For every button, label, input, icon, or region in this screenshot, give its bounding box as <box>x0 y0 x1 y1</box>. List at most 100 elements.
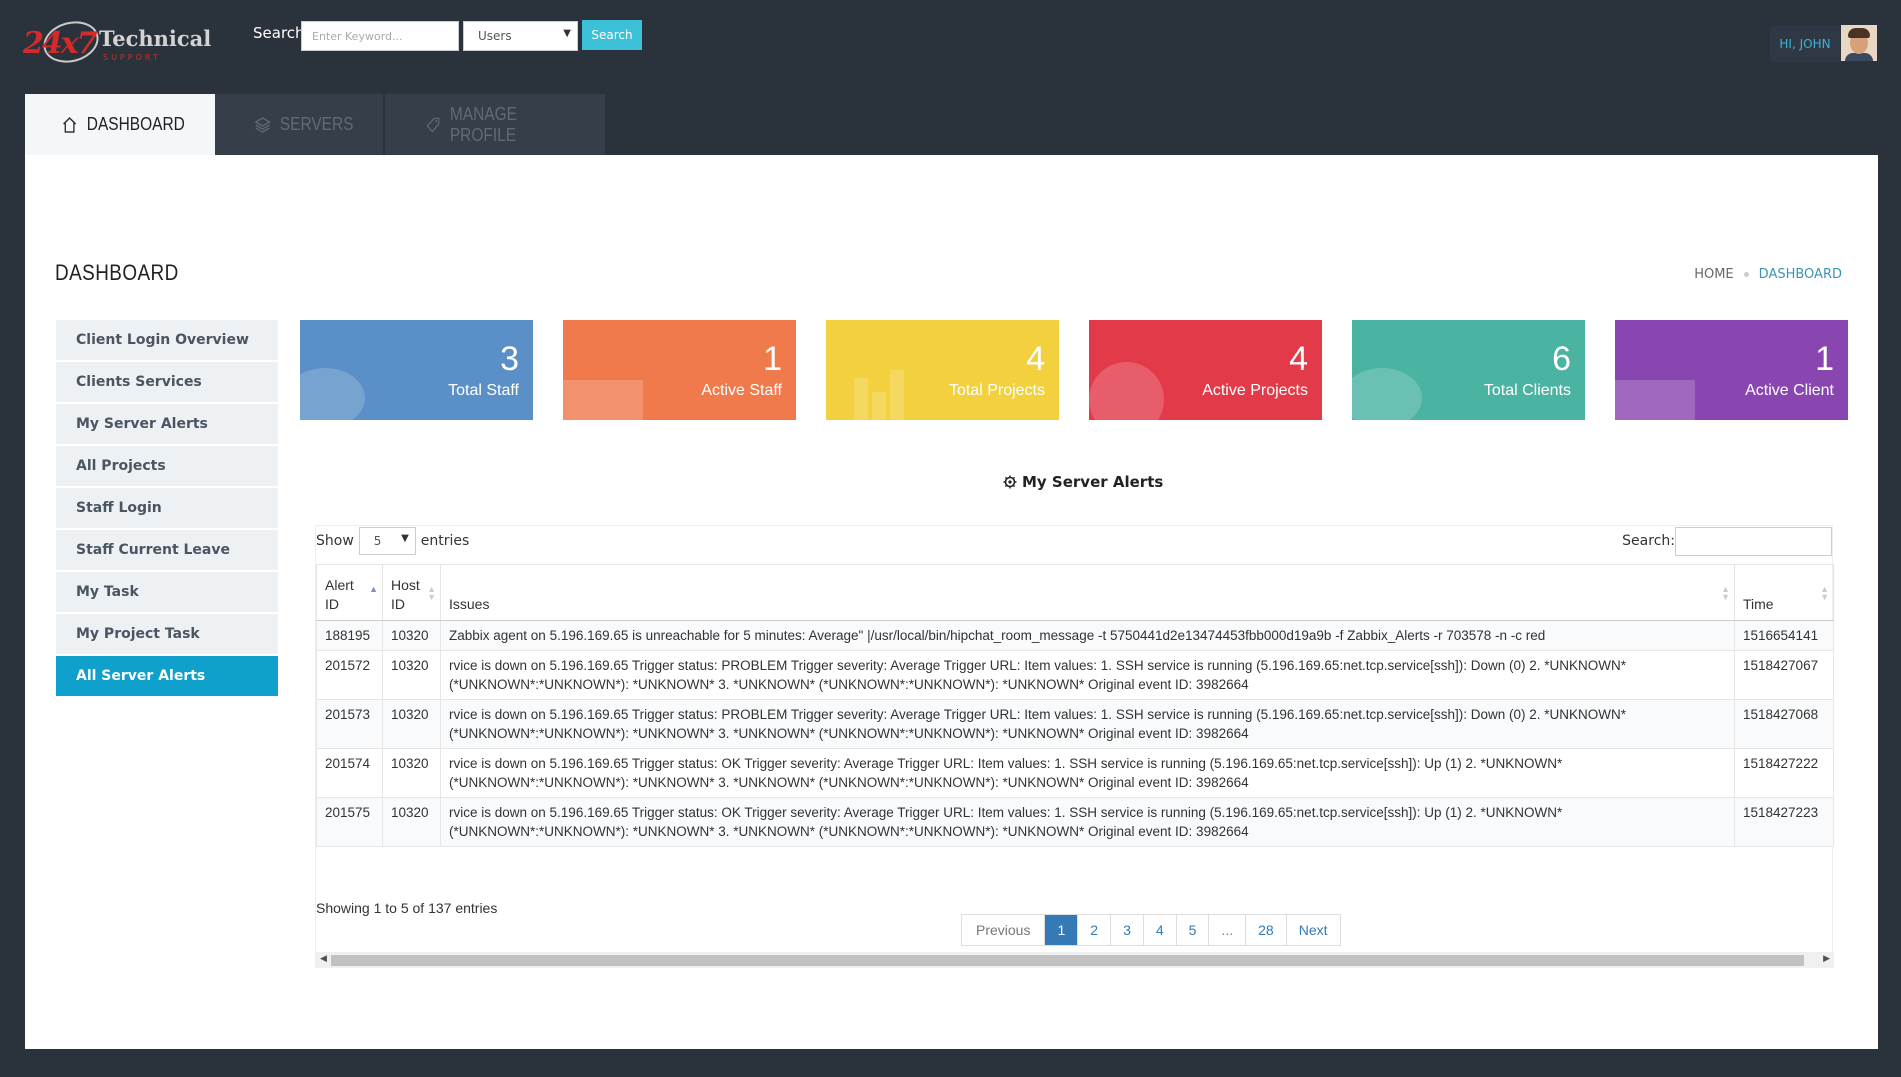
stat-card-total-projects[interactable]: 4 Total Projects <box>826 320 1059 420</box>
cell-alert-id: 188195 <box>316 620 383 651</box>
card-decoration <box>1615 380 1695 420</box>
table-row[interactable]: 188195 10320 Zabbix agent on 5.196.169.6… <box>316 620 1834 651</box>
cell-issue: rvice is down on 5.196.169.65 Trigger st… <box>440 650 1735 700</box>
sidebar-item-staff-login[interactable]: Staff Login <box>56 488 278 528</box>
horizontal-scrollbar[interactable]: ◀ ▶ <box>316 952 1834 968</box>
stat-card-active-projects[interactable]: 4 Active Projects <box>1089 320 1322 420</box>
column-header-issues[interactable]: Issues ▲ ▼ <box>440 564 1735 621</box>
breadcrumb: HOME DASHBOARD <box>1694 267 1842 282</box>
pagination-page-5[interactable]: 5 <box>1177 915 1210 945</box>
table-row[interactable]: 201575 10320 rvice is down on 5.196.169.… <box>316 797 1834 847</box>
sidebar-item-all-server-alerts[interactable]: All Server Alerts <box>56 656 278 696</box>
cell-time: 1516654141 <box>1734 620 1834 651</box>
stat-value: 4 <box>1026 340 1045 378</box>
search-scope-value: Users <box>478 29 512 43</box>
stat-label: Active Staff <box>701 382 782 399</box>
column-header-alert-id[interactable]: Alert ID ▲ <box>316 564 383 621</box>
user-greeting[interactable]: HI, JOHN <box>1770 26 1840 62</box>
cell-host-id: 10320 <box>382 748 441 798</box>
top-bar: 24x7 Technical SUPPORT Search Users ▼ Se… <box>0 0 1901 92</box>
cell-host-id: 10320 <box>382 797 441 847</box>
stat-card-active-client[interactable]: 1 Active Client <box>1615 320 1848 420</box>
sidebar-item-clients-services[interactable]: Clients Services <box>56 362 278 402</box>
search-input[interactable] <box>301 21 459 51</box>
entries-length-control: Show 5 ▼ entries <box>316 526 469 556</box>
avatar-shirt <box>1845 53 1873 61</box>
search-label: Search <box>253 24 305 42</box>
company-logo[interactable]: 24x7 Technical SUPPORT <box>23 15 211 69</box>
scrollbar-thumb[interactable] <box>331 955 1804 966</box>
stat-label: Active Projects <box>1202 382 1308 399</box>
home-icon <box>63 116 77 133</box>
column-header-label: Time <box>1743 596 1774 612</box>
cell-alert-id: 201573 <box>316 699 383 749</box>
cell-host-id: 10320 <box>382 650 441 700</box>
cell-issue: rvice is down on 5.196.169.65 Trigger st… <box>440 748 1735 798</box>
breadcrumb-home[interactable]: HOME <box>1694 267 1733 282</box>
sidebar-item-all-projects[interactable]: All Projects <box>56 446 278 486</box>
avatar[interactable] <box>1841 25 1877 61</box>
caret-down-icon: ▼ <box>401 533 409 544</box>
pagination-previous[interactable]: Previous <box>962 915 1046 945</box>
sidebar-item-staff-current-leave[interactable]: Staff Current Leave <box>56 530 278 570</box>
entries-select[interactable]: 5 ▼ <box>358 527 416 555</box>
sort-ascending-icon: ▲ <box>369 584 378 594</box>
tab-manage-profile[interactable]: MANAGE PROFILE <box>385 94 605 155</box>
cell-time: 1518427222 <box>1734 748 1834 798</box>
avatar-hair <box>1848 28 1870 38</box>
pagination-page-1[interactable]: 1 <box>1045 915 1079 945</box>
sidebar-item-my-task[interactable]: My Task <box>56 572 278 612</box>
stat-value: 3 <box>500 340 519 378</box>
scroll-left-icon[interactable]: ◀ <box>320 954 327 964</box>
pagination-page-2[interactable]: 2 <box>1078 915 1112 945</box>
table-search-input[interactable] <box>1675 526 1832 556</box>
table-search-control: Search: <box>1622 526 1832 556</box>
pagination-page-28[interactable]: 28 <box>1246 915 1287 945</box>
pagination-page-4[interactable]: 4 <box>1144 915 1177 945</box>
table-search-label: Search: <box>1622 533 1675 549</box>
sidebar-item-my-project-task[interactable]: My Project Task <box>56 614 278 654</box>
cell-issue: Zabbix agent on 5.196.169.65 is unreacha… <box>440 620 1735 651</box>
table-row[interactable]: 201574 10320 rvice is down on 5.196.169.… <box>316 748 1834 798</box>
table-row[interactable]: 201573 10320 rvice is down on 5.196.169.… <box>316 699 1834 749</box>
tab-dashboard[interactable]: DASHBOARD <box>25 94 215 155</box>
alerts-table: Alert ID ▲ Host ID ▲ ▼ Issues ▲ ▼ Time ▲ ▼ 1881… <box>316 564 1834 847</box>
card-decoration <box>1089 362 1164 420</box>
column-header-host-id[interactable]: Host ID ▲ ▼ <box>382 564 441 621</box>
cell-alert-id: 201574 <box>316 748 383 798</box>
stat-card-active-staff[interactable]: 1 Active Staff <box>563 320 796 420</box>
main-panel: DASHBOARD HOME DASHBOARD Client Login Ov… <box>25 155 1878 1049</box>
logo-tagline: SUPPORT <box>103 53 161 62</box>
column-header-label: Issues <box>449 596 490 612</box>
stat-value: 6 <box>1552 340 1571 378</box>
stat-label: Total Projects <box>948 382 1045 399</box>
entries-select-value: 5 <box>373 534 382 548</box>
search-button[interactable]: Search <box>582 20 642 50</box>
card-decoration <box>300 368 365 420</box>
cell-time: 1518427067 <box>1734 650 1834 700</box>
scroll-right-icon[interactable]: ▶ <box>1823 954 1830 964</box>
tab-dashboard-label: DASHBOARD <box>86 114 185 134</box>
column-header-time[interactable]: Time ▲ ▼ <box>1734 564 1834 621</box>
card-decoration <box>563 380 643 420</box>
search-scope-select[interactable]: Users ▼ <box>463 21 578 51</box>
cell-host-id: 10320 <box>382 699 441 749</box>
cell-issue: rvice is down on 5.196.169.65 Trigger st… <box>440 797 1735 847</box>
sidebar-item-my-server-alerts[interactable]: My Server Alerts <box>56 404 278 444</box>
logo-number: 24x7 <box>23 26 98 61</box>
table-row[interactable]: 201572 10320 rvice is down on 5.196.169.… <box>316 650 1834 700</box>
stat-value: 1 <box>763 340 782 378</box>
pagination-page-3[interactable]: 3 <box>1111 915 1144 945</box>
sort-icon: ▲ ▼ <box>1721 584 1730 602</box>
stat-card-total-clients[interactable]: 6 Total Clients <box>1352 320 1585 420</box>
page-title: DASHBOARD <box>55 260 179 285</box>
sidebar-item-client-login-overview[interactable]: Client Login Overview <box>56 320 278 360</box>
layers-icon <box>254 116 271 133</box>
stat-card-total-staff[interactable]: 3 Total Staff <box>300 320 533 420</box>
tab-servers[interactable]: SERVERS <box>215 94 383 155</box>
card-decoration <box>854 378 868 420</box>
pagination-ellipsis: ... <box>1209 915 1247 945</box>
cell-time: 1518427068 <box>1734 699 1834 749</box>
pagination-next[interactable]: Next <box>1287 915 1340 945</box>
table-info: Showing 1 to 5 of 137 entries <box>316 900 498 916</box>
